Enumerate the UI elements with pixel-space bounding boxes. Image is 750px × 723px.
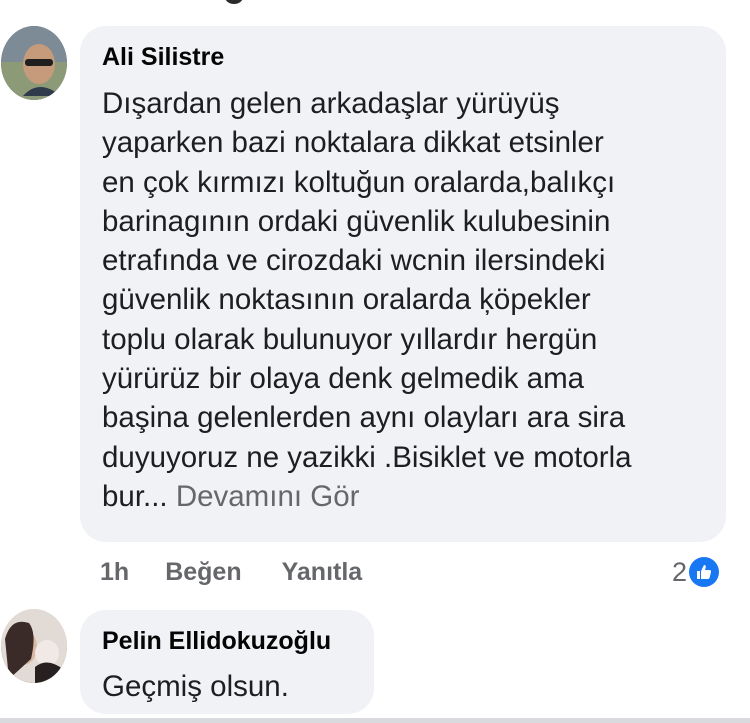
- avatar[interactable]: [1, 609, 67, 683]
- avatar-photo-icon: [1, 609, 67, 683]
- like-button[interactable]: Beğen: [165, 558, 241, 587]
- comments-screen: Ali Silistre Dışardan gelen arkadaşlar y…: [0, 0, 750, 723]
- comment-author[interactable]: Pelin Ellidokuzoğlu: [102, 627, 331, 656]
- reaction-summary[interactable]: 2: [672, 555, 720, 589]
- avatar[interactable]: [1, 26, 67, 100]
- comment-body: Dışardan gelen arkadaşlar yürüyüş yapark…: [102, 87, 632, 513]
- comment-bubble: Ali Silistre Dışardan gelen arkadaşlar y…: [80, 26, 726, 542]
- see-more-link[interactable]: Devamını Gör: [176, 480, 360, 513]
- comment-author[interactable]: Ali Silistre: [102, 43, 224, 72]
- comment-body: Geçmiş olsun.: [102, 670, 289, 703]
- cropped-element: [225, 0, 243, 4]
- comment-actions: 1h Beğen Yanıtla: [100, 555, 402, 589]
- comment-bubble: Pelin Ellidokuzoğlu Geçmiş olsun.: [80, 610, 374, 714]
- reaction-count: 2: [672, 556, 688, 587]
- avatar-photo-icon: [1, 26, 67, 100]
- like-icon: [689, 557, 720, 587]
- comment-text: Dışardan gelen arkadaşlar yürüyüş yapark…: [102, 84, 722, 516]
- reply-button[interactable]: Yanıtla: [282, 558, 363, 587]
- comment-time[interactable]: 1h: [100, 558, 129, 587]
- divider: [0, 718, 750, 723]
